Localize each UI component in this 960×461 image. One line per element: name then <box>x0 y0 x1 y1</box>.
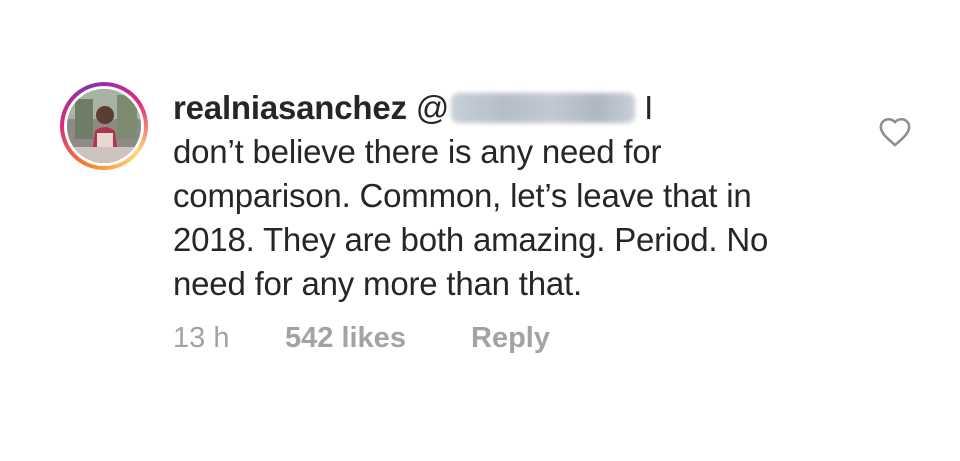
comment-likes-count[interactable]: 542 likes <box>285 322 471 355</box>
comment-mention[interactable]: @ <box>415 89 636 126</box>
comment-text: realniasanchez @ I don’t believe there i… <box>173 86 793 306</box>
comment-meta: 13 h 542 likes Reply <box>173 322 550 355</box>
comment-body-first-word: I <box>644 89 654 126</box>
mention-at: @ <box>415 89 450 126</box>
comment-timestamp[interactable]: 13 h <box>173 322 285 355</box>
avatar <box>67 89 141 163</box>
heart-outline-icon[interactable] <box>878 116 912 148</box>
comment-body: don’t believe there is any need for comp… <box>173 133 769 302</box>
avatar-image <box>67 89 141 163</box>
comment-item: realniasanchez @ I don’t believe there i… <box>60 82 911 382</box>
avatar-gap <box>64 86 144 166</box>
comment-username[interactable]: realniasanchez <box>173 89 407 126</box>
avatar-story-ring[interactable] <box>60 82 148 170</box>
mention-redacted <box>451 93 636 123</box>
reply-button[interactable]: Reply <box>471 322 550 355</box>
